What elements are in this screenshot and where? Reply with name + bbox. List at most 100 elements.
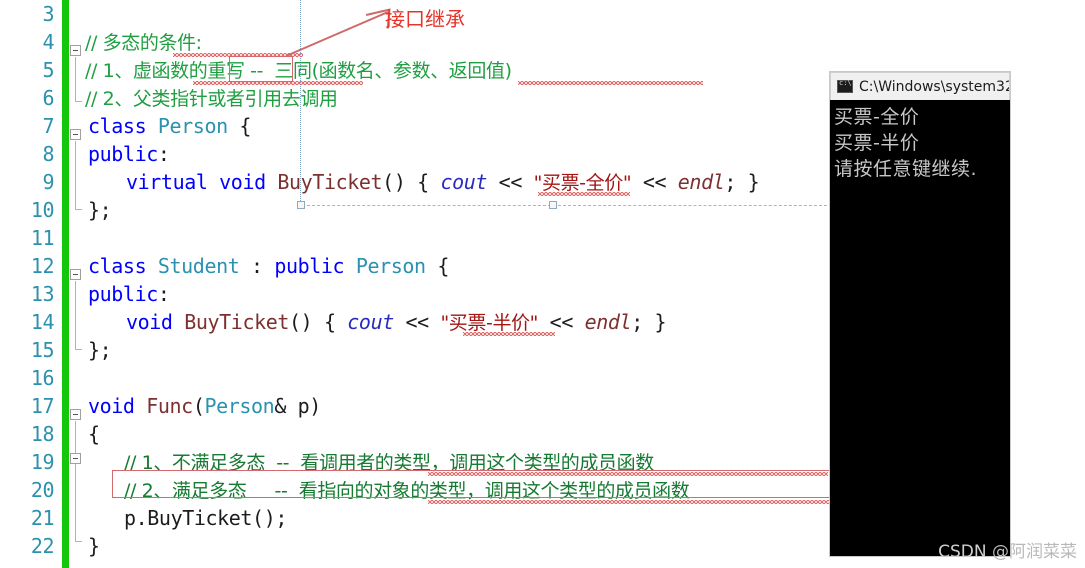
line-number: 3 bbox=[42, 2, 54, 26]
spell-squiggle bbox=[538, 192, 630, 196]
shift-operator: << bbox=[405, 310, 430, 334]
line-number: 17 bbox=[30, 394, 55, 418]
watermark-author: @阿润菜菜 bbox=[992, 542, 1077, 562]
keyword-public: public bbox=[274, 254, 345, 278]
identifier-cout: cout bbox=[347, 310, 394, 334]
line-number: 4 bbox=[42, 30, 54, 54]
close-brace: }; bbox=[88, 198, 112, 222]
comment-text: // 2、父类指针或者引用去调用 bbox=[85, 88, 338, 110]
parens: () bbox=[382, 170, 406, 194]
keyword-class: class bbox=[88, 114, 147, 138]
line-number: 20 bbox=[30, 478, 55, 502]
spell-squiggle bbox=[518, 81, 703, 85]
close-brace: }; bbox=[88, 338, 112, 362]
console-line: 买票-半价 bbox=[834, 132, 920, 154]
function-func: Func bbox=[146, 394, 193, 418]
console-title-bar[interactable]: C:\Windows\system32\cmd bbox=[830, 72, 1010, 100]
brace: } bbox=[747, 170, 760, 194]
keyword-public: public bbox=[88, 142, 158, 166]
fold-guide-foot bbox=[75, 209, 82, 210]
fold-guide bbox=[75, 281, 76, 349]
console-output[interactable]: 买票-全价 买票-半价 请按任意键继续. bbox=[830, 100, 1010, 556]
code-line[interactable]: public: bbox=[88, 280, 170, 308]
string-literal: "买票-半价" bbox=[440, 312, 539, 334]
fold-guide-foot bbox=[75, 541, 82, 542]
code-line[interactable]: }; bbox=[88, 196, 112, 224]
identifier-endl: endl bbox=[584, 310, 632, 334]
shift-operator: << bbox=[642, 170, 667, 194]
type-person: Person bbox=[204, 394, 275, 418]
fold-guide-foot bbox=[75, 101, 82, 102]
code-line[interactable]: { bbox=[88, 420, 100, 448]
line-number: 8 bbox=[42, 142, 54, 166]
line-number: 11 bbox=[30, 226, 55, 250]
string-literal: "买票-全价" bbox=[533, 172, 632, 194]
fold-toggle-icon[interactable] bbox=[70, 45, 81, 56]
type-person: Person bbox=[355, 254, 426, 278]
line-number: 5 bbox=[42, 58, 54, 82]
fold-guide bbox=[75, 421, 76, 541]
outlining-margin[interactable] bbox=[69, 0, 85, 568]
comment-text: // 多态的条件: bbox=[85, 32, 202, 54]
code-line[interactable]: p.BuyTicket(); bbox=[124, 504, 287, 532]
line-number: 14 bbox=[30, 310, 55, 334]
code-line[interactable]: } bbox=[88, 532, 100, 560]
function-buyticket: BuyTicket bbox=[184, 310, 290, 334]
line-number: 21 bbox=[30, 506, 55, 530]
semicolon: ; bbox=[724, 170, 737, 194]
fold-toggle-icon[interactable] bbox=[70, 409, 81, 420]
watermark-prefix: CSDN bbox=[938, 542, 992, 562]
fold-guide bbox=[75, 141, 76, 209]
line-number: 15 bbox=[30, 338, 55, 362]
cmd-console-window[interactable]: C:\Windows\system32\cmd 买票-全价 买票-半价 请按任意… bbox=[830, 72, 1010, 556]
line-number: 12 bbox=[30, 254, 55, 278]
csdn-watermark: CSDN @阿润菜菜 bbox=[938, 537, 1077, 562]
keyword-class: class bbox=[88, 254, 147, 278]
code-line[interactable]: }; bbox=[88, 336, 112, 364]
code-line[interactable]: class Student : public Person { bbox=[88, 252, 449, 280]
shift-operator: << bbox=[549, 310, 574, 334]
function-buyticket: BuyTicket bbox=[277, 170, 383, 194]
code-line[interactable]: virtual void BuyTicket() { cout << "买票-全… bbox=[126, 168, 760, 196]
brace: { bbox=[88, 422, 100, 446]
brace: { bbox=[417, 170, 429, 194]
code-line[interactable]: // 多态的条件: bbox=[85, 28, 202, 56]
cmd-icon bbox=[837, 79, 853, 93]
brace: } bbox=[654, 310, 667, 334]
code-line[interactable]: // 1、虚函数的重写 -- 三同(函数名、参数、返回值) bbox=[85, 56, 512, 84]
code-line[interactable]: void BuyTicket() { cout << "买票-半价" << en… bbox=[126, 308, 667, 336]
fold-guide bbox=[75, 57, 76, 101]
console-title-text: C:\Windows\system32\cmd bbox=[859, 78, 1009, 95]
brace: { bbox=[239, 114, 252, 138]
line-number: 16 bbox=[30, 366, 55, 390]
console-line: 请按任意键继续. bbox=[834, 158, 978, 180]
keyword-void: void bbox=[126, 310, 173, 334]
fold-toggle-icon[interactable] bbox=[70, 129, 81, 140]
spell-squiggle bbox=[463, 332, 555, 336]
line-number: 7 bbox=[42, 114, 54, 138]
line-number: 10 bbox=[30, 198, 55, 222]
code-line[interactable]: // 2、父类指针或者引用去调用 bbox=[85, 84, 338, 112]
comment-text-a: // 1、虚函数的 bbox=[85, 60, 208, 82]
code-line[interactable]: public: bbox=[88, 140, 170, 168]
keyword-virtual: virtual bbox=[126, 170, 208, 194]
colon: : bbox=[157, 282, 170, 306]
line-number: 13 bbox=[30, 282, 55, 306]
identifier-endl: endl bbox=[677, 170, 725, 194]
code-line[interactable]: void Func(Person& p) bbox=[88, 392, 321, 420]
type-student: Student bbox=[157, 254, 240, 278]
close-brace: } bbox=[88, 534, 100, 558]
semicolon: ; bbox=[631, 310, 643, 334]
code-line[interactable]: class Person { bbox=[88, 112, 251, 140]
fold-toggle-icon[interactable] bbox=[70, 269, 81, 280]
line-number-gutter: 3 4 5 6 7 8 9 10 11 12 13 14 15 16 17 18… bbox=[0, 0, 62, 568]
fold-guide-foot bbox=[75, 349, 82, 350]
type-person: Person bbox=[157, 114, 228, 138]
change-indicator-bar bbox=[62, 0, 69, 568]
param-ref: & p) bbox=[274, 394, 321, 418]
line-number: 9 bbox=[42, 170, 54, 194]
statement-call: p.BuyTicket(); bbox=[124, 506, 287, 530]
line-number: 6 bbox=[42, 86, 54, 110]
line-number: 18 bbox=[30, 422, 55, 446]
fold-toggle-icon[interactable] bbox=[70, 453, 81, 464]
